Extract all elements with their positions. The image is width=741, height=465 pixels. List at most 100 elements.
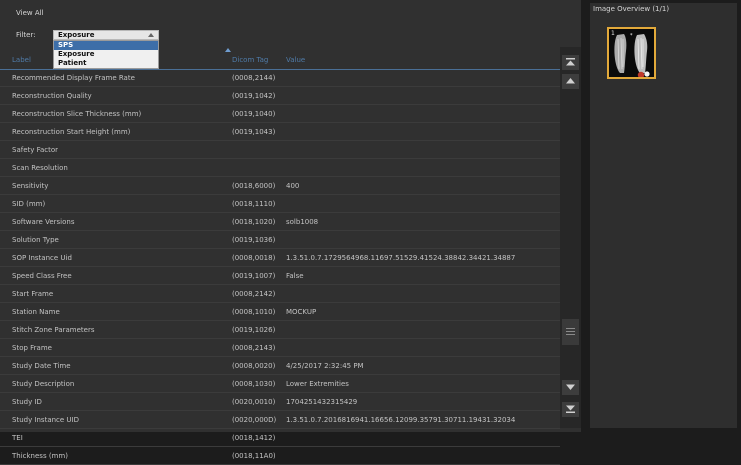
image-overview-title: Image Overview (1/1) xyxy=(593,5,670,13)
row-dicom-tag: (0018,6000) xyxy=(232,182,276,190)
scroll-down-button[interactable] xyxy=(562,380,579,395)
column-header-value[interactable]: Value xyxy=(286,56,305,64)
filter-dropdown-list: SPS Exposure Patient xyxy=(53,40,159,69)
row-dicom-tag: (0008,0018) xyxy=(232,254,276,262)
row-value: Lower Extremities xyxy=(286,380,349,388)
row-label: Safety Factor xyxy=(12,146,59,154)
table-row[interactable]: Study Instance UID (0020,000D) 1.3.51.0.7.… xyxy=(0,411,560,429)
table-row[interactable]: Safety Factor xyxy=(0,141,560,159)
row-label: Sensitivity xyxy=(12,182,49,190)
row-label: Scan Resolution xyxy=(12,164,68,172)
filter-selected-value: Exposure xyxy=(58,31,95,39)
chevron-up-icon xyxy=(148,33,154,37)
filter-label: Filter: xyxy=(16,31,36,39)
row-value: MOCKUP xyxy=(286,308,317,316)
view-all-link[interactable]: View All xyxy=(16,9,44,17)
scroll-to-bottom-icon xyxy=(566,405,575,413)
row-dicom-tag: (0020,000D) xyxy=(232,416,277,424)
row-dicom-tag: (0008,2142) xyxy=(232,290,276,298)
scroll-thumb[interactable] xyxy=(562,319,579,345)
table-row[interactable]: SOP Instance Uid (0008,0018) 1.3.51.0.7.17… xyxy=(0,249,560,267)
row-label: Start Frame xyxy=(12,290,54,298)
row-dicom-tag: (0019,1040) xyxy=(232,110,276,118)
table-row[interactable]: Stop Frame (0008,2143) xyxy=(0,339,560,357)
scroll-to-top-button[interactable] xyxy=(562,55,579,70)
table-row[interactable]: Sensitivity (0018,6000) 400 xyxy=(0,177,560,195)
filter-option-sps[interactable]: SPS xyxy=(54,41,158,50)
grip-lines-icon xyxy=(562,319,579,335)
filter-option-patient[interactable]: Patient xyxy=(54,59,158,68)
table-row[interactable]: SID (mm) (0018,1110) xyxy=(0,195,560,213)
row-label: Reconstruction Quality xyxy=(12,92,92,100)
vertical-scrollbar[interactable] xyxy=(560,47,581,428)
table-row[interactable]: Start Frame (0008,2142) xyxy=(0,285,560,303)
table-row[interactable]: Station Name (0008,1010) MOCKUP xyxy=(0,303,560,321)
row-value: 400 xyxy=(286,182,300,190)
scroll-up-button[interactable] xyxy=(562,74,579,89)
image-thumbnail[interactable]: 1 * xyxy=(607,27,656,79)
row-dicom-tag: (0008,1030) xyxy=(232,380,276,388)
row-dicom-tag: (0018,1020) xyxy=(232,218,276,226)
row-value: 1.3.51.0.7.1729564968.11697.51529.41524.… xyxy=(286,254,516,262)
table-row[interactable]: Reconstruction Start Height (mm) (0019,10… xyxy=(0,123,560,141)
row-dicom-tag: (0019,1026) xyxy=(232,326,276,334)
row-dicom-tag: (0019,1043) xyxy=(232,128,276,136)
table-row[interactable]: Study Description (0008,1030) Lower Extrem… xyxy=(0,375,560,393)
table-row[interactable]: Recommended Display Frame Rate (0008,2144… xyxy=(0,69,560,87)
row-label: Software Versions xyxy=(12,218,75,226)
row-dicom-tag: (0008,2143) xyxy=(232,344,276,352)
row-dicom-tag: (0020,0010) xyxy=(232,398,276,406)
table-row[interactable]: Stitch Zone Parameters (0019,1026) xyxy=(0,321,560,339)
row-label: Study Description xyxy=(12,380,75,388)
row-label: Study Instance UID xyxy=(12,416,80,424)
table-row[interactable]: Solution Type (0019,1036) xyxy=(0,231,560,249)
row-value: 4/25/2017 2:32:45 PM xyxy=(286,362,364,370)
row-dicom-tag: (0019,1042) xyxy=(232,92,276,100)
sort-ascending-icon xyxy=(225,48,231,52)
row-dicom-tag: (0008,0020) xyxy=(232,362,276,370)
row-dicom-tag: (0018,11A0) xyxy=(232,452,276,460)
table-row[interactable]: Reconstruction Slice Thickness (mm) (0019… xyxy=(0,105,560,123)
row-label: Study Date Time xyxy=(12,362,71,370)
row-dicom-tag: (0018,1412) xyxy=(232,434,276,442)
row-dicom-tag: (0008,2144) xyxy=(232,74,276,82)
image-overview-panel: Image Overview (1/1) 1 * xyxy=(590,3,737,428)
table-row[interactable]: Software Versions (0018,1020) solb1008 xyxy=(0,213,560,231)
table-row[interactable]: Reconstruction Quality (0019,1042) xyxy=(0,87,560,105)
row-dicom-tag: (0008,1010) xyxy=(232,308,276,316)
row-dicom-tag: (0019,1036) xyxy=(232,236,276,244)
thumbnail-index: 1 xyxy=(611,30,615,37)
row-label: SID (mm) xyxy=(12,200,46,208)
scroll-to-bottom-button[interactable] xyxy=(562,402,579,417)
row-dicom-tag: (0018,1110) xyxy=(232,200,276,208)
row-value: False xyxy=(286,272,304,280)
filter-select[interactable]: Exposure xyxy=(53,30,159,40)
table-row[interactable]: Study Date Time (0008,0020) 4/25/2017 2:32… xyxy=(0,357,560,375)
row-label: Stop Frame xyxy=(12,344,52,352)
column-header-label[interactable]: Label xyxy=(12,56,31,64)
scroll-up-icon xyxy=(566,78,575,84)
row-label: SOP Instance Uid xyxy=(12,254,72,262)
row-label: Stitch Zone Parameters xyxy=(12,326,95,334)
attributes-table-body: Recommended Display Frame Rate (0008,2144… xyxy=(0,69,560,465)
row-label: Recommended Display Frame Rate xyxy=(12,74,135,82)
row-label: Thickness (mm) xyxy=(12,452,68,460)
row-value: 1.3.51.0.7.2016816941.16656.12099.35791.… xyxy=(286,416,516,424)
row-label: Speed Class Free xyxy=(12,272,72,280)
row-label: Solution Type xyxy=(12,236,59,244)
xray-feet-image: * xyxy=(609,29,654,79)
column-header-dicom-tag[interactable]: Dicom Tag xyxy=(232,56,268,64)
scroll-to-top-icon xyxy=(566,58,575,66)
filter-option-exposure[interactable]: Exposure xyxy=(54,50,158,59)
table-row[interactable]: Study ID (0020,0010) 1704251432315429 xyxy=(0,393,560,411)
row-label: TEI xyxy=(12,434,23,442)
row-label: Reconstruction Slice Thickness (mm) xyxy=(12,110,142,118)
table-row[interactable]: Speed Class Free (0019,1007) False xyxy=(0,267,560,285)
table-row[interactable]: Thickness (mm) (0018,11A0) xyxy=(0,447,560,465)
table-row[interactable]: Scan Resolution xyxy=(0,159,560,177)
scroll-down-icon xyxy=(566,384,575,390)
row-label: Station Name xyxy=(12,308,60,316)
row-label: Study ID xyxy=(12,398,42,406)
row-value: solb1008 xyxy=(286,218,319,226)
row-label: Reconstruction Start Height (mm) xyxy=(12,128,131,136)
